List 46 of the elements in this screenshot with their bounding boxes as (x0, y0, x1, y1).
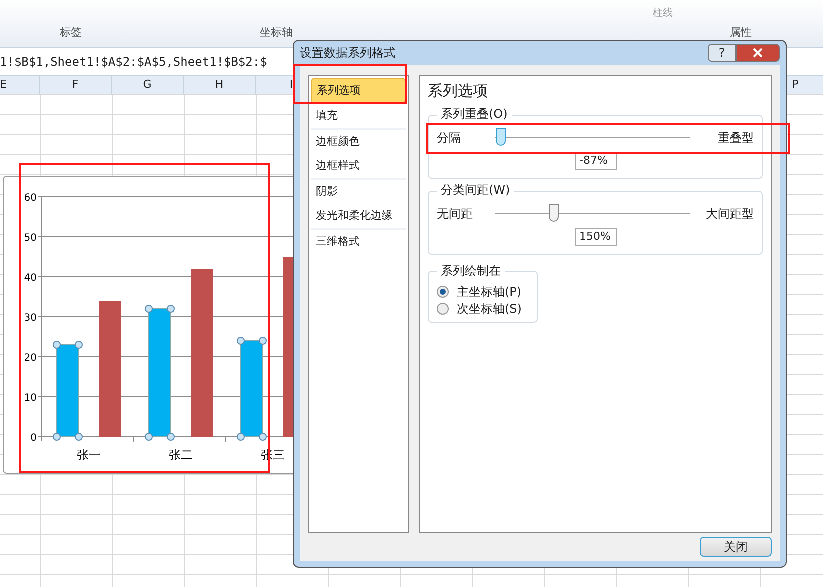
radio-label: 次坐标轴(S) (457, 300, 522, 318)
category-label: 张二 (169, 448, 193, 462)
slider[interactable] (495, 128, 690, 148)
nav-item[interactable]: 阴影 (311, 178, 406, 204)
slider-max-label: 大间距型 (705, 206, 754, 222)
slider-thumb[interactable] (548, 204, 558, 222)
nav-item[interactable]: 边框样式 (311, 154, 406, 178)
nav-item[interactable]: 边框颜色 (311, 128, 406, 154)
column-header[interactable]: G (112, 76, 184, 94)
ribbon-group-label: 标签 (60, 26, 83, 40)
axis-tick-label: 60 (24, 193, 37, 204)
panel-heading: 系列选项 (427, 81, 489, 102)
ribbon-group-label: 坐标轴 (260, 26, 294, 40)
axis-tick-label: 40 (24, 273, 37, 284)
slider-min-label: 无间距 (437, 206, 474, 222)
help-button[interactable]: ? (708, 44, 736, 62)
column-header[interactable]: H (184, 76, 256, 94)
nav-item[interactable]: 三维格式 (311, 228, 406, 254)
radio-button[interactable] (437, 286, 449, 298)
nav-item[interactable]: 系列选项 (311, 78, 406, 104)
axis-tick-label: 50 (24, 233, 37, 244)
axis-tick-label: 10 (24, 393, 37, 404)
radio-button[interactable] (437, 303, 449, 315)
nav-item[interactable]: 填充 (311, 104, 406, 128)
slider-max-label: 重叠型 (717, 130, 754, 146)
group-label: 分类间距(W) (437, 182, 514, 196)
value-field[interactable]: 150% (574, 228, 616, 246)
nav-item[interactable]: 发光和柔化边缘 (311, 204, 406, 228)
group-label: 系列绘制在 (437, 264, 505, 278)
category-label: 张一 (77, 448, 101, 462)
column-header[interactable]: E (0, 76, 40, 94)
axis-tick-label: 30 (24, 313, 37, 324)
axis-tick-label: 0 (30, 433, 37, 444)
group-label: 系列重叠(O) (437, 106, 512, 120)
close-dialog-button[interactable]: 关闭 (700, 537, 772, 557)
ribbon-group-label: 属性 (730, 26, 752, 40)
slider[interactable] (495, 204, 690, 224)
column-header[interactable]: F (40, 76, 112, 94)
slider-min-label: 分隔 (437, 130, 462, 146)
close-button[interactable] (736, 44, 780, 62)
radio-label: 主坐标轴(P) (457, 284, 522, 300)
slider-thumb[interactable] (496, 128, 506, 146)
axis-tick-label: 20 (24, 353, 37, 364)
dialog-title: 设置数据系列格式 (300, 45, 396, 62)
formula-text: 1!$B$1,Sheet1!$A$2:$A$5,Sheet1!$B$2:$ (0, 54, 268, 70)
close-icon (753, 48, 763, 58)
